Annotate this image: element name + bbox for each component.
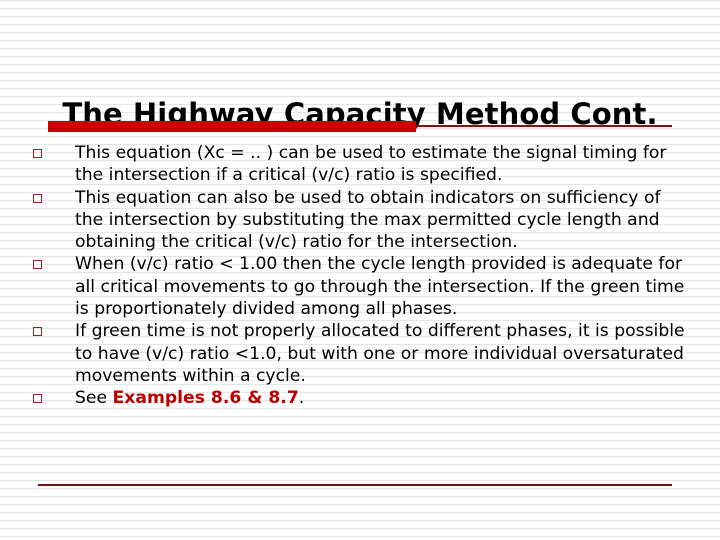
list-item-examples: See Examples 8.6 & 8.7. <box>0 387 720 409</box>
lower-horizontal-rule <box>38 484 672 486</box>
title-rule-thick-bar <box>48 121 416 132</box>
list-item-text: This equation can also be used to obtain… <box>75 187 661 253</box>
list-item: This equation (Xc = .. ) can be used to … <box>0 142 720 187</box>
list-item-text: When (v/c) ratio < 1.00 then the cycle l… <box>75 254 685 320</box>
list-item-text: If green time is not properly allocated … <box>75 321 685 386</box>
square-bullet-icon <box>33 193 42 203</box>
square-bullet-icon <box>33 394 42 404</box>
examples-reference: Examples 8.6 & 8.7 <box>112 388 299 409</box>
list-item: If green time is not properly allocated … <box>0 320 720 387</box>
list-item-text: This equation (Xc = .. ) can be used to … <box>75 143 667 186</box>
square-bullet-icon <box>33 260 42 270</box>
examples-prefix: See <box>75 388 113 409</box>
list-item: When (v/c) ratio < 1.00 then the cycle l… <box>0 253 720 320</box>
square-bullet-icon <box>33 149 42 158</box>
list-item: This equation can also be used to obtain… <box>0 187 720 254</box>
examples-suffix: . <box>298 388 305 409</box>
slide-canvas: The Highway Capacity Method Cont. This e… <box>0 0 720 540</box>
square-bullet-icon <box>33 327 42 337</box>
bullet-list: This equation (Xc = .. ) can be used to … <box>0 142 720 410</box>
title-underline-rule <box>48 121 672 132</box>
list-item-text: See Examples 8.6 & 8.7. <box>75 387 690 409</box>
